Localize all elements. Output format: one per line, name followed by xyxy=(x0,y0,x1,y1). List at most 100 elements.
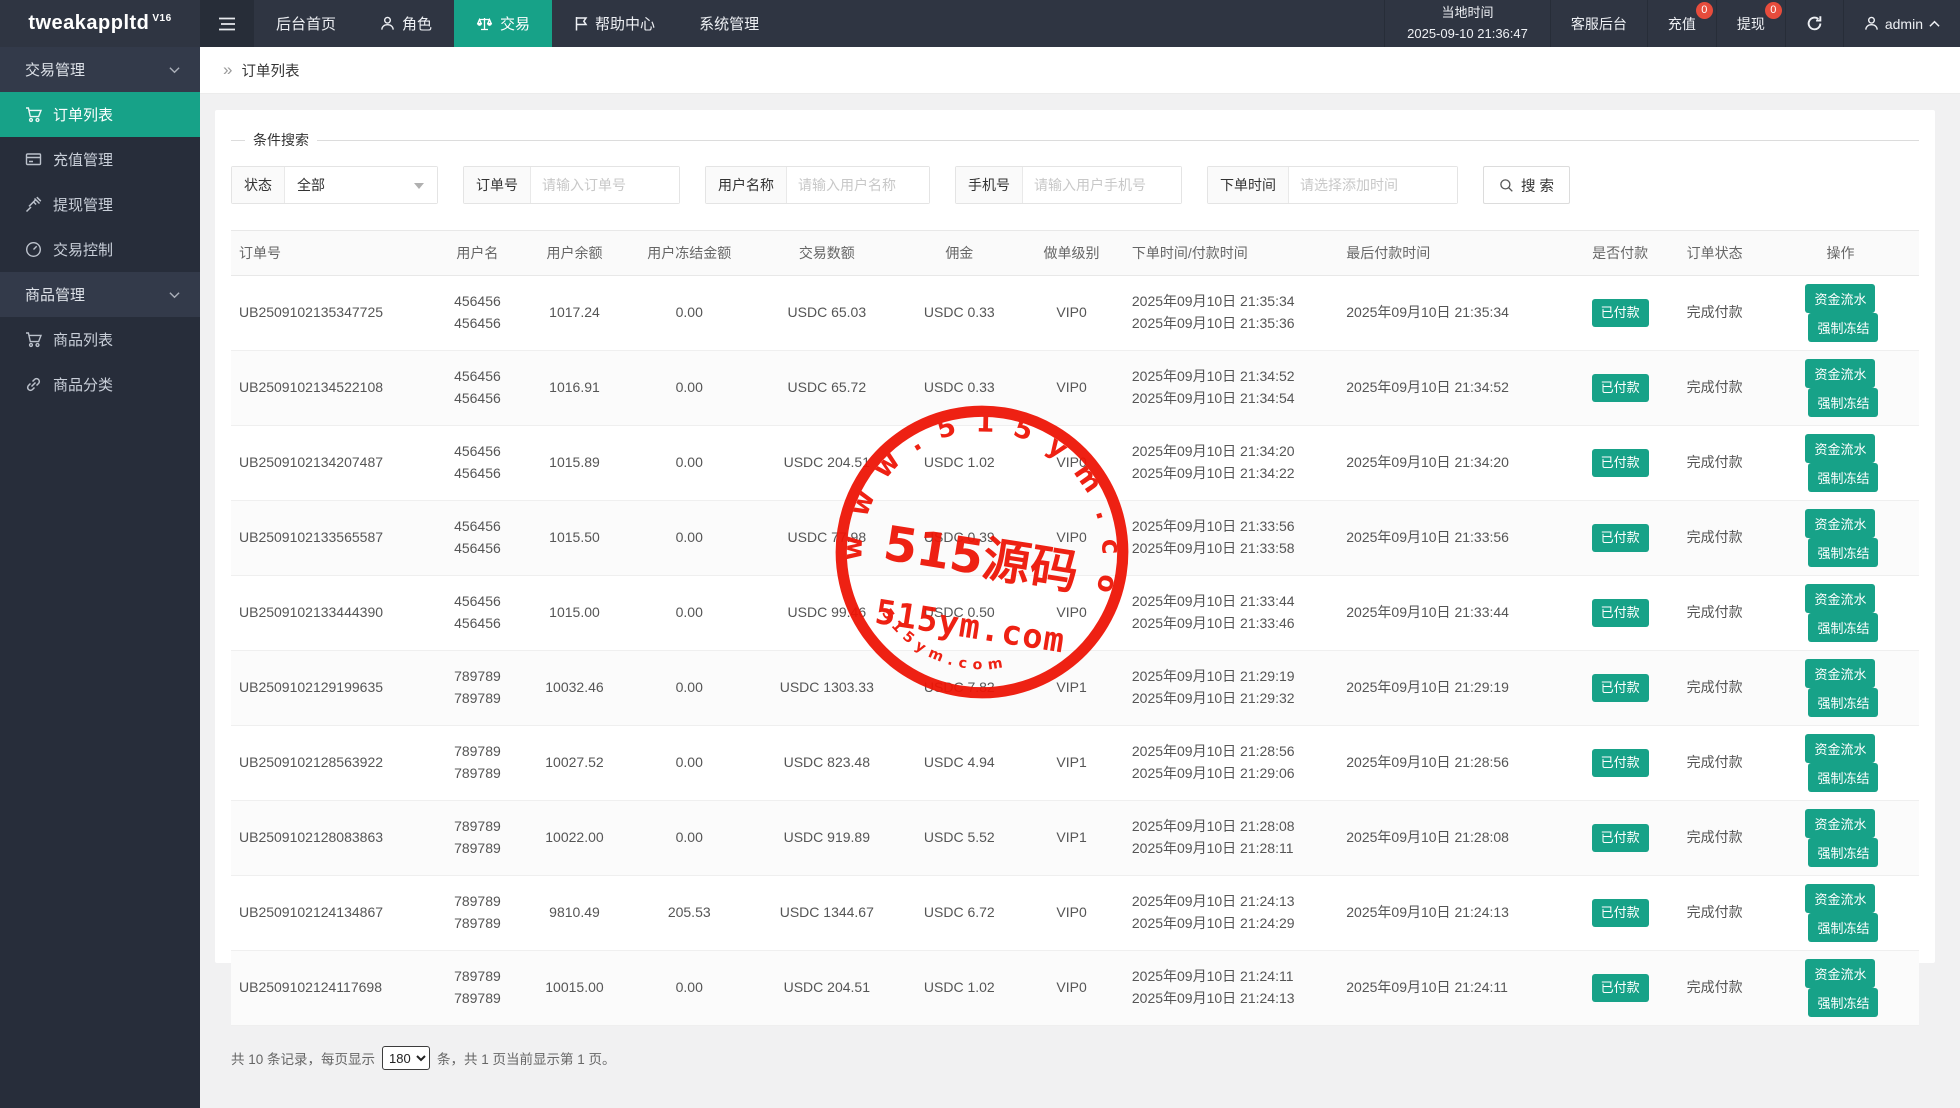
nav-item-label: 交易 xyxy=(500,13,530,34)
status-cell: 完成付款 xyxy=(1667,951,1762,1026)
nav-item-label: 角色 xyxy=(402,13,432,34)
nav-item-label: 系统管理 xyxy=(699,13,759,34)
funds-flow-button[interactable]: 资金流水 xyxy=(1805,809,1875,838)
nav-item-withdraw[interactable]: 提现 0 xyxy=(1716,0,1785,47)
status-cell: 完成付款 xyxy=(1667,651,1762,726)
refresh-button[interactable] xyxy=(1785,0,1843,47)
funds-flow-button[interactable]: 资金流水 xyxy=(1805,884,1875,913)
sidebar-item-label: 充值管理 xyxy=(53,149,113,170)
force-freeze-button[interactable]: 强制冻结 xyxy=(1808,388,1878,417)
nav-item-system[interactable]: 系统管理 xyxy=(677,0,781,47)
records-summary-suffix: 条，共 1 页当前显示第 1 页。 xyxy=(437,1048,616,1068)
menu-toggle-button[interactable] xyxy=(200,0,254,47)
nav-item-roles[interactable]: 角色 xyxy=(358,0,454,47)
force-freeze-button[interactable]: 强制冻结 xyxy=(1808,538,1878,567)
paid-status-badge: 已付款 xyxy=(1592,824,1649,852)
status-select[interactable]: 全部 xyxy=(285,167,437,203)
order-no-input[interactable] xyxy=(531,167,679,203)
force-freeze-button[interactable]: 强制冻结 xyxy=(1808,988,1878,1017)
level-cell: VIP0 xyxy=(1019,501,1124,576)
amount-cell: USDC 823.48 xyxy=(754,726,899,801)
actions-cell: 资金流水 强制冻结 xyxy=(1762,651,1919,726)
funds-flow-button[interactable]: 资金流水 xyxy=(1805,734,1875,763)
table-row: UB2509102134207487 456456 456456 1015.89… xyxy=(231,426,1919,501)
order-no-cell: UB2509102128083863 xyxy=(231,801,430,876)
username-input[interactable] xyxy=(787,167,929,203)
sidebar-item-recharge-management[interactable]: 充值管理 xyxy=(0,137,200,182)
order-no-cell: UB2509102124134867 xyxy=(231,876,430,951)
force-freeze-button[interactable]: 强制冻结 xyxy=(1808,313,1878,342)
order-no-cell: UB2509102134522108 xyxy=(231,351,430,426)
order-time: 2025年09月10日 21:33:44 xyxy=(1132,591,1330,613)
nav-item-help[interactable]: 帮助中心 xyxy=(552,0,677,47)
funds-flow-button[interactable]: 资金流水 xyxy=(1805,359,1875,388)
paid-cell: 已付款 xyxy=(1573,351,1668,426)
level-cell: VIP1 xyxy=(1019,726,1124,801)
nav-item-service-backend[interactable]: 客服后台 xyxy=(1550,0,1647,47)
sidebar-item-order-list[interactable]: 订单列表 xyxy=(0,92,200,137)
col-commission: 佣金 xyxy=(899,231,1019,276)
funds-flow-button[interactable]: 资金流水 xyxy=(1805,959,1875,988)
funds-flow-button[interactable]: 资金流水 xyxy=(1805,659,1875,688)
nav-link-label: 客服后台 xyxy=(1571,14,1627,34)
commission-cell: USDC 0.50 xyxy=(899,576,1019,651)
funds-flow-button[interactable]: 资金流水 xyxy=(1805,509,1875,538)
last-pay-time-cell: 2025年09月10日 21:34:52 xyxy=(1338,351,1573,426)
search-button[interactable]: 搜 索 xyxy=(1483,166,1570,204)
sidebar-group-product-management[interactable]: 商品管理 xyxy=(0,272,200,317)
funds-flow-button[interactable]: 资金流水 xyxy=(1805,284,1875,313)
force-freeze-button[interactable]: 强制冻结 xyxy=(1808,763,1878,792)
pay-time: 2025年09月10日 21:24:29 xyxy=(1132,913,1330,935)
local-time-label: 当地时间 xyxy=(1441,3,1493,23)
order-pay-time-cell: 2025年09月10日 21:35:34 2025年09月10日 21:35:3… xyxy=(1124,276,1338,351)
force-freeze-button[interactable]: 强制冻结 xyxy=(1808,913,1878,942)
sidebar-item-product-list[interactable]: 商品列表 xyxy=(0,317,200,362)
force-freeze-button[interactable]: 强制冻结 xyxy=(1808,463,1878,492)
sidebar-group-label: 商品管理 xyxy=(25,284,85,305)
sidebar-item-trade-control[interactable]: 交易控制 xyxy=(0,227,200,272)
balance-cell: 10022.00 xyxy=(525,801,625,876)
page-size-select[interactable]: 180 xyxy=(382,1046,430,1070)
amount-cell: USDC 204.51 xyxy=(754,951,899,1026)
sidebar-item-label: 订单列表 xyxy=(53,104,113,125)
sidebar-item-withdraw-management[interactable]: 提现管理 xyxy=(0,182,200,227)
paid-cell: 已付款 xyxy=(1573,876,1668,951)
username-line1: 456456 xyxy=(438,441,517,463)
sidebar-item-product-category[interactable]: 商品分类 xyxy=(0,362,200,407)
balance-cell: 9810.49 xyxy=(525,876,625,951)
paid-status-badge: 已付款 xyxy=(1592,374,1649,402)
double-angle-icon: » xyxy=(223,60,232,80)
app-logo[interactable]: tweakappltd V16 xyxy=(0,0,200,47)
nav-item-trade[interactable]: 交易 xyxy=(454,0,552,47)
paid-status-badge: 已付款 xyxy=(1592,449,1649,477)
force-freeze-button[interactable]: 强制冻结 xyxy=(1808,838,1878,867)
main-content: » 订单列表 条件搜索 状态 全部 订单号 xyxy=(200,47,1960,1108)
order-time-input[interactable] xyxy=(1289,167,1457,203)
status-cell: 完成付款 xyxy=(1667,501,1762,576)
sidebar-group-trade-management[interactable]: 交易管理 xyxy=(0,47,200,92)
force-freeze-button[interactable]: 强制冻结 xyxy=(1808,688,1878,717)
actions-cell: 资金流水 强制冻结 xyxy=(1762,951,1919,1026)
force-freeze-button[interactable]: 强制冻结 xyxy=(1808,613,1878,642)
order-time: 2025年09月10日 21:33:56 xyxy=(1132,516,1330,538)
nav-item-dashboard[interactable]: 后台首页 xyxy=(254,0,358,47)
recharge-count-badge: 0 xyxy=(1696,2,1713,19)
order-no-label: 订单号 xyxy=(464,167,531,203)
funds-flow-button[interactable]: 资金流水 xyxy=(1805,434,1875,463)
table-row: UB2509102134522108 456456 456456 1016.91… xyxy=(231,351,1919,426)
top-navbar: tweakappltd V16 后台首页 角色 交易 帮助中心 xyxy=(0,0,1960,47)
phone-input[interactable] xyxy=(1023,167,1181,203)
status-select-wrap: 全部 xyxy=(285,167,437,203)
funds-flow-button[interactable]: 资金流水 xyxy=(1805,584,1875,613)
sidebar-group-label: 交易管理 xyxy=(25,59,85,80)
gauge-icon xyxy=(25,241,42,258)
user-menu[interactable]: admin xyxy=(1843,0,1960,47)
username-cell: 456456 456456 xyxy=(430,501,525,576)
level-cell: VIP0 xyxy=(1019,351,1124,426)
last-pay-time-cell: 2025年09月10日 21:28:56 xyxy=(1338,726,1573,801)
frozen-cell: 0.00 xyxy=(624,351,754,426)
frozen-cell: 0.00 xyxy=(624,501,754,576)
username-cell: 789789 789789 xyxy=(430,801,525,876)
balance-cell: 10027.52 xyxy=(525,726,625,801)
nav-item-recharge[interactable]: 充值 0 xyxy=(1647,0,1716,47)
